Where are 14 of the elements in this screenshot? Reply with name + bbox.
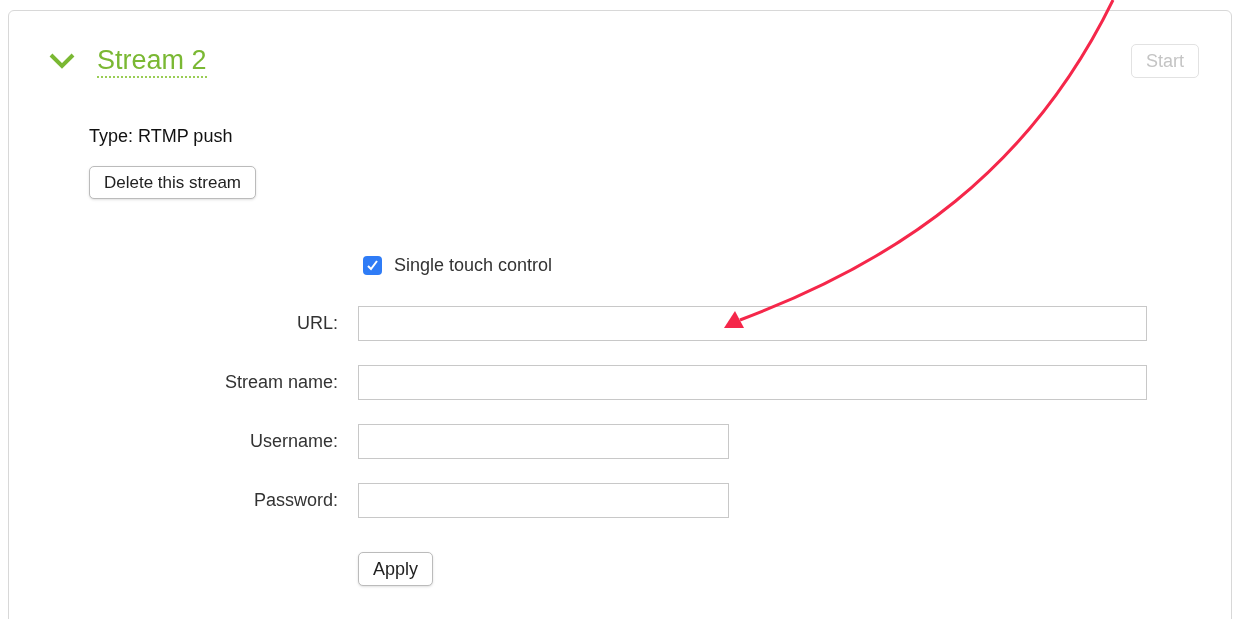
chevron-down-icon[interactable]: [49, 53, 75, 69]
checkbox[interactable]: [363, 255, 382, 275]
text-field[interactable]: [358, 483, 729, 518]
field-label: URL:: [296, 312, 338, 335]
field-label: Stream name:: [223, 371, 338, 394]
checkbox-label: Single touch control: [394, 253, 553, 277]
delete-stream-button[interactable]: Delete this stream: [89, 166, 256, 199]
stream-type-text: Type: RTMP push: [89, 125, 234, 148]
text-field[interactable]: [358, 306, 1147, 341]
apply-button[interactable]: Apply: [358, 552, 434, 586]
field-label: Password:: [252, 489, 338, 512]
text-field[interactable]: [358, 424, 729, 459]
field-label: Username:: [248, 430, 338, 453]
text-field[interactable]: [358, 365, 1147, 400]
